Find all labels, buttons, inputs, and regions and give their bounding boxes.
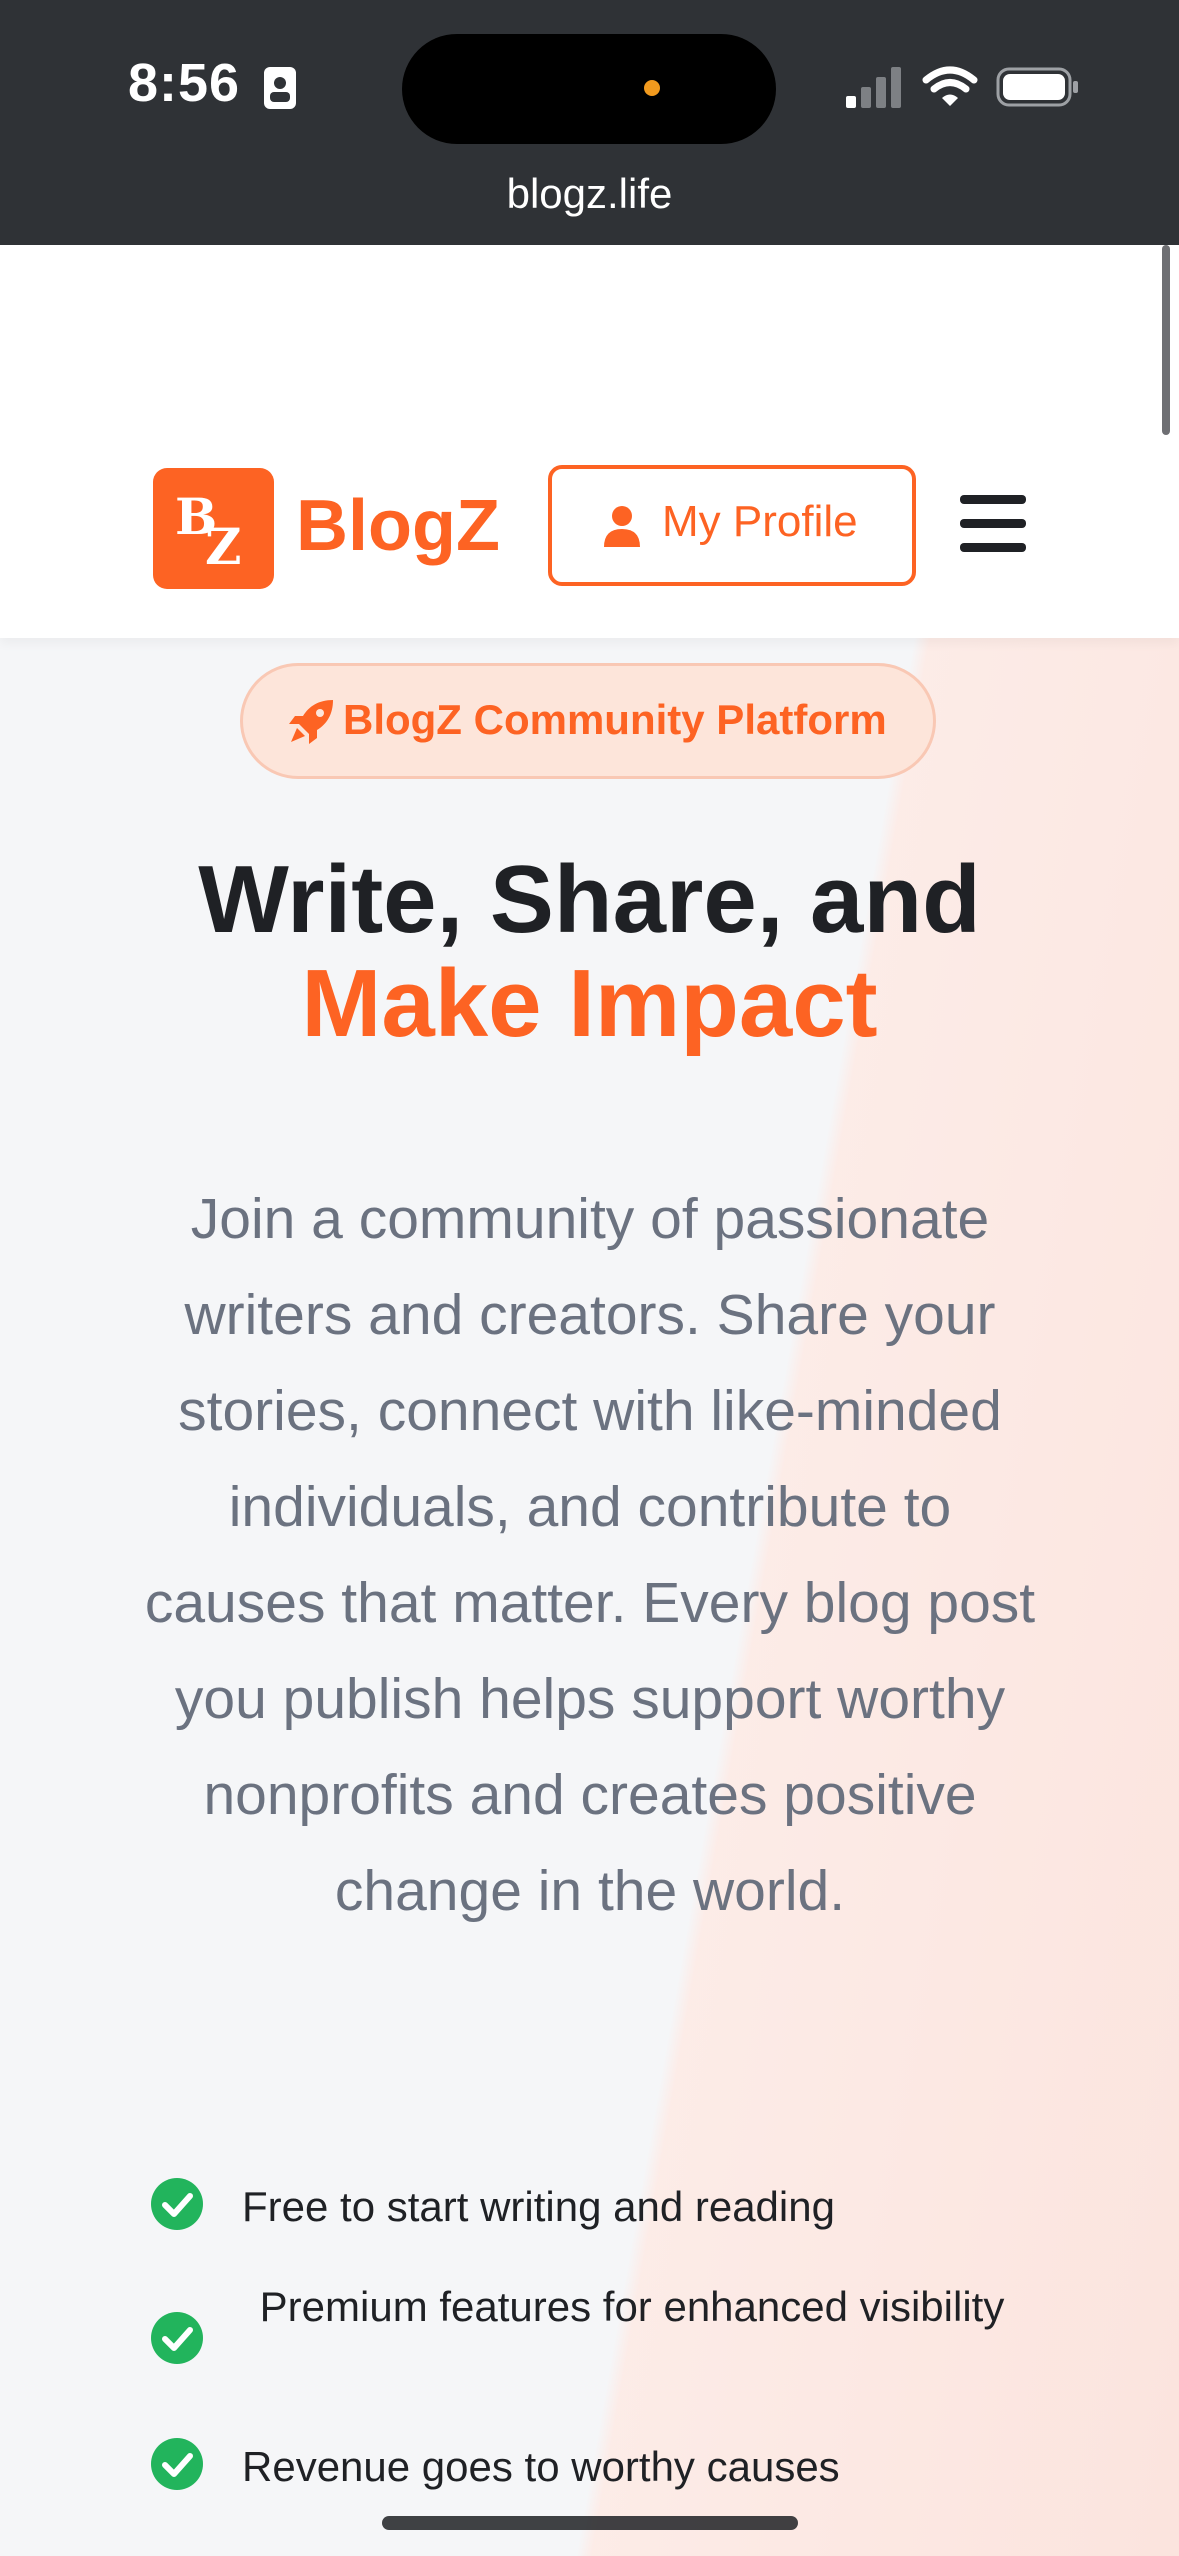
svg-text:Z: Z: [205, 517, 242, 576]
battery-icon: [996, 67, 1078, 107]
brand-name[interactable]: BlogZ: [296, 485, 500, 567]
scrollbar-thumb[interactable]: [1162, 245, 1170, 435]
wifi-icon: [922, 66, 978, 106]
contact-card-icon: [264, 67, 296, 109]
feature-item: Revenue goes to worthy causes: [150, 2435, 1070, 2515]
hero-title-highlight: Make Impact: [301, 950, 878, 1057]
hero-title-line1: Write, Share, and: [198, 846, 981, 953]
feature-text: Revenue goes to worthy causes: [242, 2443, 840, 2490]
feature-text: Free to start writing and reading: [242, 2183, 835, 2230]
bz-logo-icon: B Z: [175, 487, 242, 576]
status-bar: 8:56 blogz.life: [0, 0, 1179, 245]
feature-item: Free to start writing and reading: [150, 2175, 1070, 2275]
home-indicator[interactable]: [382, 2516, 798, 2530]
feature-list: Free to start writing and reading Premiu…: [150, 2175, 1070, 2515]
user-icon: [604, 506, 640, 547]
check-circle-icon: [151, 2178, 203, 2230]
community-badge: BlogZ Community Platform: [240, 663, 936, 779]
site-header: B Z BlogZ My Profile: [0, 245, 1179, 638]
dynamic-island: [402, 34, 776, 144]
logo-badge[interactable]: B Z: [153, 468, 274, 589]
rocket-icon: [289, 700, 333, 744]
camera-indicator-dot: [644, 80, 660, 96]
my-profile-button[interactable]: My Profile: [548, 465, 916, 586]
feature-item: Premium features for enhanced visibility: [150, 2275, 1070, 2435]
page-content: B Z BlogZ My Profile BlogZ Community Pla…: [0, 245, 1179, 2556]
community-badge-label: BlogZ Community Platform: [343, 696, 887, 743]
status-time: 8:56: [128, 53, 241, 113]
address-bar-url[interactable]: blogz.life: [0, 170, 1179, 218]
hamburger-menu-icon[interactable]: [960, 493, 1026, 553]
feature-text: Premium features for enhanced visibility: [259, 2283, 1005, 2330]
hero-description: Join a community of passionate writers a…: [144, 1187, 1036, 1923]
my-profile-label: My Profile: [662, 497, 858, 546]
signal-icon: [846, 67, 901, 108]
hero-title: Write, Share, and Make Impact: [0, 848, 1179, 1056]
check-circle-icon: [151, 2312, 203, 2364]
check-circle-icon: [151, 2438, 203, 2490]
